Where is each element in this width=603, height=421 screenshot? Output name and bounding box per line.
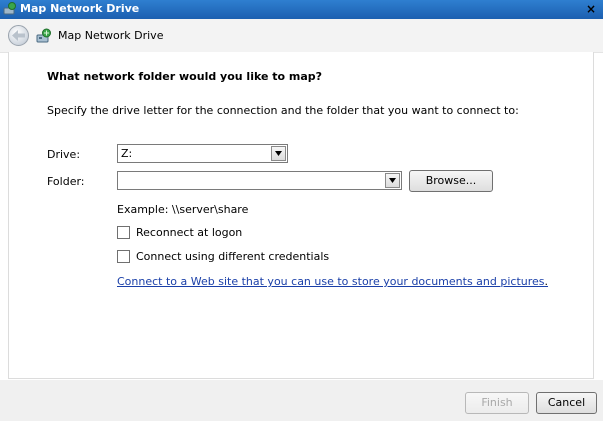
credentials-label[interactable]: Connect using different credentials xyxy=(136,250,329,264)
folder-dropdown-button[interactable] xyxy=(385,173,400,188)
drive-select[interactable]: Z: xyxy=(117,144,288,163)
web-site-link[interactable]: Connect to a Web site that you can use t… xyxy=(117,275,545,288)
network-drive-icon xyxy=(3,2,16,15)
back-arrow-icon xyxy=(12,30,25,41)
credentials-checkbox[interactable] xyxy=(117,250,130,263)
cancel-button[interactable]: Cancel xyxy=(536,392,597,414)
drive-value: Z: xyxy=(121,147,133,160)
folder-combobox[interactable] xyxy=(117,171,402,190)
chevron-down-icon xyxy=(389,178,396,183)
content-panel xyxy=(8,52,594,379)
chevron-down-icon xyxy=(275,151,282,156)
wizard-title: Map Network Drive xyxy=(58,29,164,42)
footer-bar: Finish Cancel xyxy=(0,380,603,421)
drive-dropdown-button[interactable] xyxy=(271,146,286,161)
link-suffix: . xyxy=(544,275,549,288)
drive-label: Drive: xyxy=(47,148,81,161)
finish-button[interactable]: Finish xyxy=(465,392,529,414)
window-title: Map Network Drive xyxy=(20,2,140,15)
network-drive-icon xyxy=(36,28,51,43)
example-text: Example: \\server\share xyxy=(117,203,249,216)
browse-button[interactable]: Browse... xyxy=(409,170,493,192)
page-heading: What network folder would you like to ma… xyxy=(47,70,323,83)
back-button[interactable] xyxy=(8,25,29,46)
folder-label: Folder: xyxy=(47,175,85,188)
web-site-link-row: Connect to a Web site that you can use t… xyxy=(117,275,548,289)
title-bar: Map Network Drive × xyxy=(0,0,603,19)
wizard-header: Map Network Drive xyxy=(0,19,603,53)
reconnect-label[interactable]: Reconnect at logon xyxy=(136,226,242,240)
reconnect-checkbox[interactable] xyxy=(117,226,130,239)
instruction-text: Specify the drive letter for the connect… xyxy=(47,104,519,117)
close-button[interactable]: × xyxy=(583,1,599,17)
